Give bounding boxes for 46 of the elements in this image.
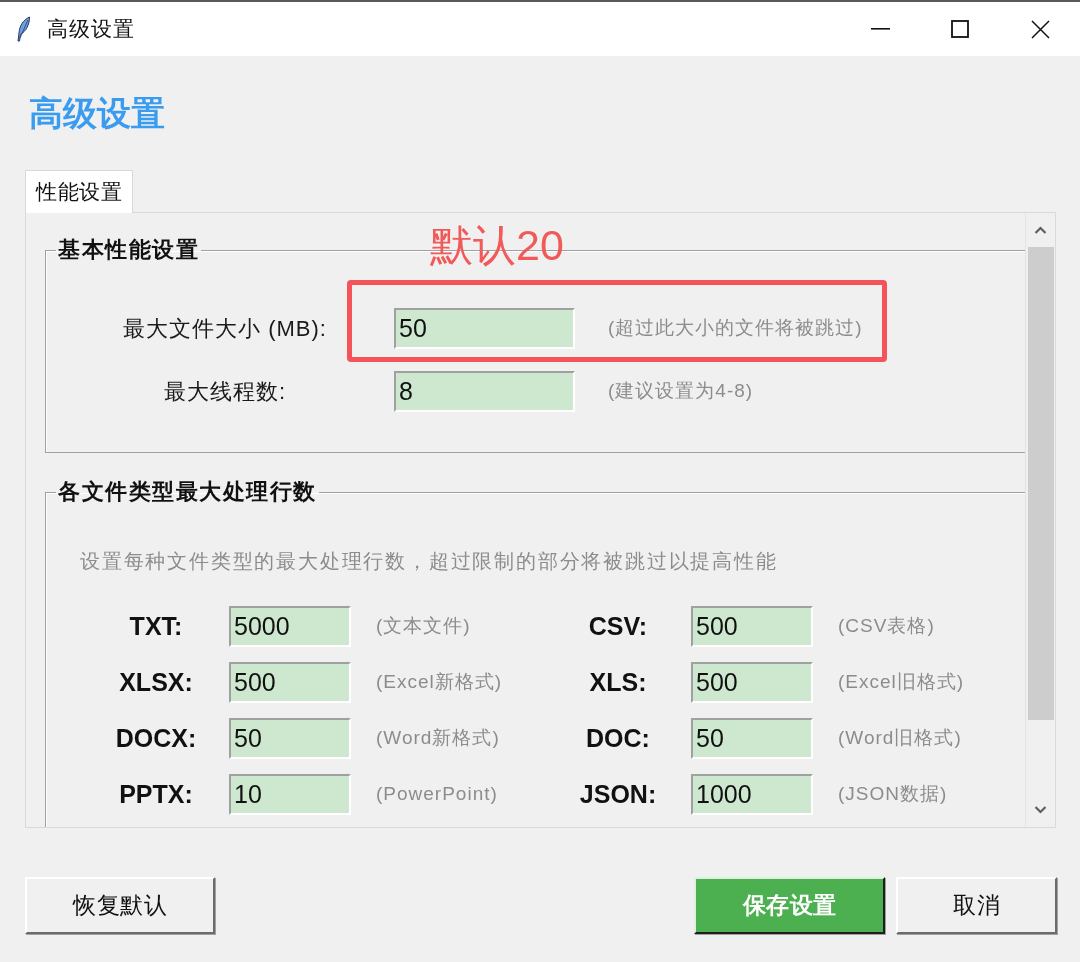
scrollbar-thumb[interactable]: [1027, 247, 1054, 720]
field-hint: (Excel旧格式): [838, 670, 965, 695]
input-field[interactable]: 5000: [229, 606, 351, 647]
file-type-label: JSON:: [578, 778, 658, 810]
file-type-label: TXT:: [128, 610, 184, 642]
field-hint: (PowerPoint): [376, 782, 498, 807]
group-title: 基本性能设置: [57, 237, 200, 263]
file-type-label: XLSX:: [118, 666, 194, 698]
field-hint: (JSON数据): [838, 782, 948, 807]
file-type-label: PPTX:: [118, 778, 194, 810]
field-hint: (建议设置为4-8): [608, 379, 754, 404]
input-field[interactable]: 10: [229, 774, 351, 815]
field-hint: (超过此大小的文件将被跳过): [608, 316, 863, 341]
file-type-label: DOC:: [585, 722, 651, 754]
file-type-label: CSV:: [587, 610, 649, 642]
input-field[interactable]: 500: [691, 662, 813, 703]
close-icon: [1030, 19, 1050, 39]
chevron-down-icon[interactable]: [1034, 806, 1047, 814]
group-title: 各文件类型最大处理行数: [57, 479, 318, 505]
tab[interactable]: 性能设置: [25, 170, 133, 213]
maximize-icon: [951, 20, 969, 38]
window-title: 高级设置: [47, 16, 135, 43]
group-description: 设置每种文件类型的最大处理行数，超过限制的部分将被跳过以提高性能: [80, 549, 778, 573]
field-label: 最大线程数:: [162, 378, 288, 406]
dialog-button[interactable]: 取消: [896, 877, 1057, 934]
input-field[interactable]: 50: [691, 718, 813, 759]
file-type-label: XLS:: [588, 666, 648, 698]
chevron-up-icon[interactable]: [1034, 226, 1047, 234]
input-field[interactable]: 500: [691, 606, 813, 647]
field-hint: (CSV表格): [838, 614, 935, 639]
minimize-icon: [870, 28, 890, 30]
field-hint: (文本文件): [376, 614, 471, 639]
page-heading: 高级设置: [29, 93, 165, 133]
input-field[interactable]: 1000: [691, 774, 813, 815]
field-hint: (Excel新格式): [376, 670, 503, 695]
input-field[interactable]: 500: [229, 662, 351, 703]
feather-icon: [17, 16, 31, 42]
field-label: 最大文件大小 (MB):: [122, 315, 328, 343]
file-type-label: DOCX:: [114, 722, 198, 754]
field-hint: (Word新格式): [376, 726, 500, 751]
annotation-text: 默认20: [430, 220, 564, 270]
input-field[interactable]: 50: [229, 718, 351, 759]
input-field[interactable]: 50: [394, 308, 575, 349]
input-field[interactable]: 8: [394, 371, 575, 412]
field-hint: (Word旧格式): [838, 726, 962, 751]
dialog-button[interactable]: 恢复默认: [25, 877, 215, 934]
